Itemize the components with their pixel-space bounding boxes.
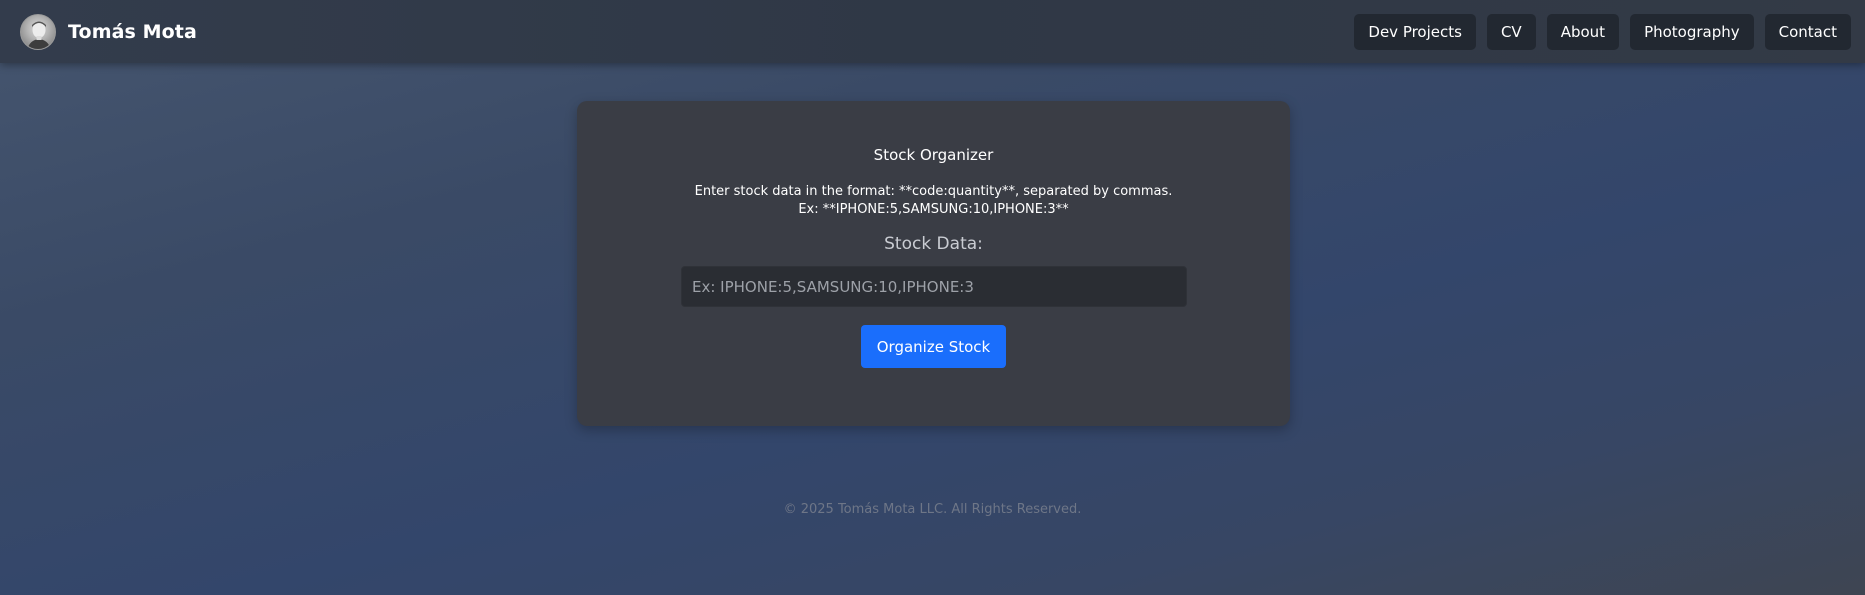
nav-about-button[interactable]: About <box>1546 14 1620 50</box>
page-title: Stock Organizer <box>873 146 994 164</box>
instructions: Enter stock data in the format: **code:q… <box>577 183 1290 219</box>
instruction-format-text: Enter stock data in the format: **code:q… <box>694 184 1173 199</box>
brand[interactable]: Tomás Mota <box>20 14 197 50</box>
avatar <box>20 14 56 50</box>
nav-cv-button[interactable]: CV <box>1486 14 1536 50</box>
organize-stock-button[interactable]: Organize Stock <box>861 325 1006 368</box>
nav-dev-projects-button[interactable]: Dev Projects <box>1354 14 1476 50</box>
nav-photography-button[interactable]: Photography <box>1630 14 1754 50</box>
brand-name: Tomás Mota <box>68 21 197 43</box>
main-nav: Dev Projects CV About Photography Contac… <box>1354 14 1851 50</box>
footer-copyright: © 2025 Tomás Mota LLC. All Rights Reserv… <box>783 502 1082 517</box>
top-navbar: Tomás Mota Dev Projects CV About Photogr… <box>0 0 1865 63</box>
stock-data-input[interactable] <box>681 266 1187 307</box>
stock-data-label: Stock Data: <box>884 234 983 254</box>
instruction-example-text: Ex: **IPHONE:5,SAMSUNG:10,IPHONE:3** <box>798 202 1069 217</box>
nav-contact-button[interactable]: Contact <box>1764 14 1851 50</box>
stock-organizer-card: Stock Organizer Enter stock data in the … <box>577 101 1290 426</box>
